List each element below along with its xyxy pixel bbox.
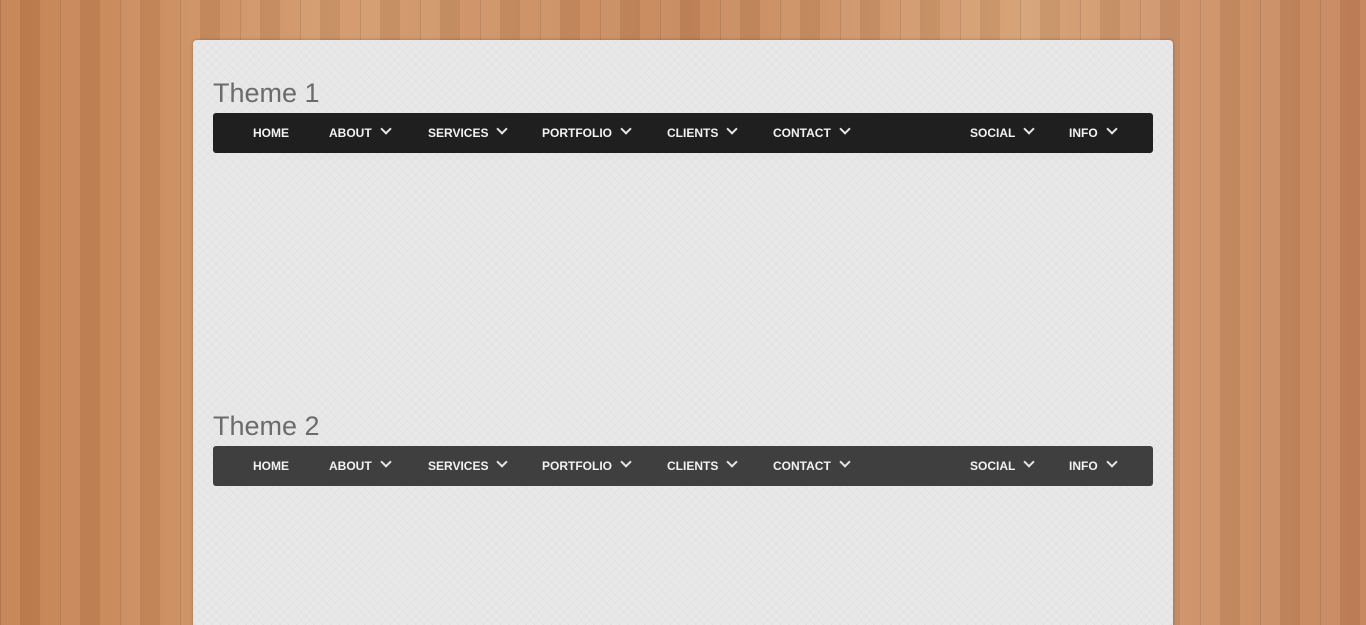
nav-item-label: HOME: [253, 126, 289, 140]
nav-item-label: CLIENTS: [667, 459, 719, 473]
chevron-down-icon: [380, 123, 392, 135]
nav-item-label: SERVICES: [428, 459, 489, 473]
chevron-down-icon: [496, 123, 509, 135]
nav-item-about[interactable]: ABOUT: [329, 113, 392, 153]
nav-item-social[interactable]: SOCIAL: [970, 113, 1036, 153]
nav-item-label: PORTFOLIO: [542, 126, 612, 140]
chevron-down-icon: [496, 456, 509, 468]
nav-item-clients[interactable]: CLIENTS: [667, 446, 739, 486]
chevron-down-icon: [620, 456, 632, 468]
chevron-down-icon: [726, 456, 739, 468]
nav-item-social[interactable]: SOCIAL: [970, 446, 1036, 486]
nav-item-label: SERVICES: [428, 126, 489, 140]
nav-item-portfolio[interactable]: PORTFOLIO: [542, 113, 632, 153]
nav-item-clients[interactable]: CLIENTS: [667, 113, 739, 153]
nav-item-label: HOME: [253, 459, 289, 473]
nav-item-label: CONTACT: [773, 459, 831, 473]
nav-item-services[interactable]: SERVICES: [428, 446, 509, 486]
chevron-down-icon: [1023, 456, 1036, 468]
nav-item-about[interactable]: ABOUT: [329, 446, 392, 486]
nav-item-label: CLIENTS: [667, 126, 719, 140]
nav-item-label: ABOUT: [329, 459, 372, 473]
nav-item-portfolio[interactable]: PORTFOLIO: [542, 446, 632, 486]
nav-item-home[interactable]: HOME: [253, 113, 289, 153]
theme-1-title: Theme 1: [213, 78, 320, 108]
nav-item-label: PORTFOLIO: [542, 459, 612, 473]
chevron-down-icon: [839, 456, 851, 468]
chevron-down-icon: [1106, 456, 1118, 468]
nav-item-label: INFO: [1069, 459, 1098, 473]
nav-item-label: SOCIAL: [970, 459, 1016, 473]
nav-item-label: SOCIAL: [970, 126, 1016, 140]
nav-item-label: INFO: [1069, 126, 1098, 140]
nav-item-label: CONTACT: [773, 126, 831, 140]
chevron-down-icon: [380, 456, 392, 468]
nav-item-contact[interactable]: CONTACT: [773, 113, 851, 153]
theme-2-title: Theme 2: [213, 411, 320, 441]
nav-item-home[interactable]: HOME: [253, 446, 289, 486]
chevron-down-icon: [1106, 123, 1118, 135]
chevron-down-icon: [1023, 123, 1036, 135]
content-panel: Theme 1 HOME ABOUT SERVICES PORTFOLIO CL…: [193, 40, 1173, 625]
chevron-down-icon: [620, 123, 632, 135]
chevron-down-icon: [726, 123, 739, 135]
nav-item-info[interactable]: INFO: [1069, 113, 1118, 153]
nav-item-label: ABOUT: [329, 126, 372, 140]
chevron-down-icon: [839, 123, 851, 135]
theme-2-navbar: HOME ABOUT SERVICES PORTFOLIO CLIENTS CO…: [213, 446, 1153, 486]
theme-1-navbar: HOME ABOUT SERVICES PORTFOLIO CLIENTS CO…: [213, 113, 1153, 153]
nav-item-services[interactable]: SERVICES: [428, 113, 509, 153]
nav-item-contact[interactable]: CONTACT: [773, 446, 851, 486]
nav-item-info[interactable]: INFO: [1069, 446, 1118, 486]
